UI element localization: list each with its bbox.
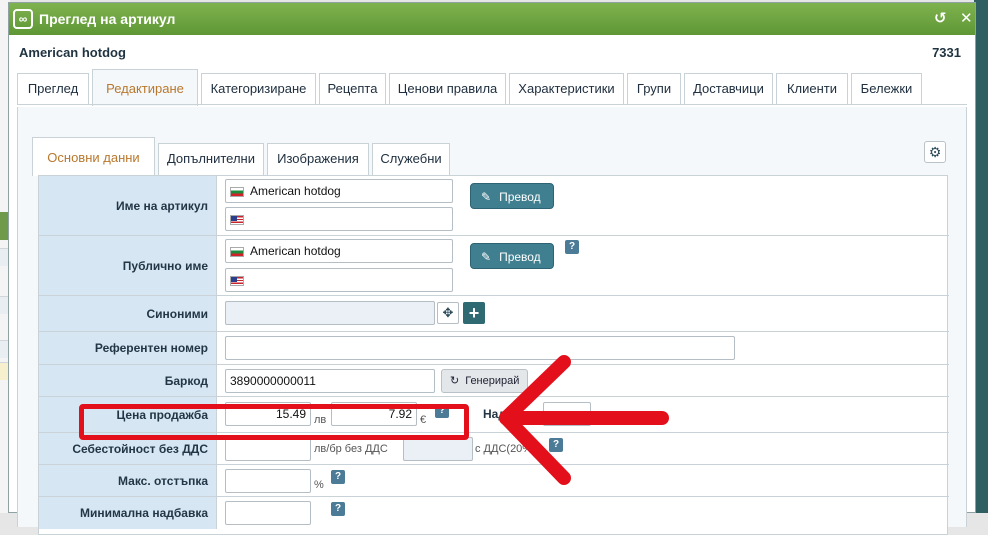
item-name: American hotdog — [19, 45, 126, 60]
move-icon[interactable]: ✥ — [437, 302, 459, 324]
us-flag-icon — [230, 275, 244, 286]
background-app-right — [974, 0, 988, 513]
translate-public-name-button[interactable]: ✎ Превод — [470, 243, 554, 269]
item-name-bg-value: American hotdog — [250, 184, 341, 198]
help-icon[interactable]: ? — [565, 240, 579, 254]
tab-recipe[interactable]: Рецепта — [319, 73, 386, 105]
row-public-name: Публично име American hotdog ✎ Превод ? — [39, 236, 949, 296]
tab-categorize[interactable]: Категоризиране — [201, 73, 316, 105]
translate-name-button[interactable]: ✎ Превод — [470, 183, 554, 209]
max-discount-input[interactable] — [225, 469, 311, 493]
bg-flag-icon — [230, 186, 244, 197]
pencil-icon: ✎ — [481, 250, 492, 264]
close-icon[interactable]: ✕ — [960, 9, 973, 27]
public-name-bg-input[interactable]: American hotdog — [225, 239, 453, 263]
tab-groups[interactable]: Групи — [627, 73, 681, 105]
item-name-en-input[interactable] — [225, 207, 453, 231]
tab-edit[interactable]: Редактиране — [92, 69, 198, 106]
tab-notes[interactable]: Бележки — [851, 73, 922, 105]
public-name-en-input[interactable] — [225, 268, 453, 292]
annotation-arrow — [499, 355, 669, 485]
translate-public-name-label: Превод — [499, 250, 541, 264]
label-public-name: Публично име — [39, 236, 217, 295]
item-name-bg-input[interactable]: American hotdog — [225, 179, 453, 203]
cost-vat-input — [403, 437, 473, 461]
label-min-markup: Минимална надбавка — [39, 497, 217, 529]
link-icon: ∞ — [13, 9, 33, 29]
pencil-icon: ✎ — [481, 190, 492, 204]
min-markup-input[interactable] — [225, 501, 311, 525]
modal-title: Преглед на артикул — [39, 11, 176, 27]
help-icon[interactable]: ? — [331, 502, 345, 516]
label-max-discount: Макс. отстъпка — [39, 465, 217, 496]
row-min-markup: Минимална надбавка ? — [39, 497, 949, 529]
row-item-name: Име на артикул American hotdog ✎ Превод — [39, 176, 949, 236]
tab-clients[interactable]: Клиенти — [776, 73, 848, 105]
gear-icon[interactable]: ⚙ — [924, 141, 946, 163]
label-reference: Референтен номер — [39, 332, 217, 364]
tab-images[interactable]: Изображения — [267, 143, 369, 175]
bg-flag-icon — [230, 246, 244, 257]
tab-additional[interactable]: Допълнителни — [158, 143, 264, 175]
tab-suppliers[interactable]: Доставчици — [684, 73, 773, 105]
synonyms-input[interactable] — [225, 301, 435, 325]
barcode-input[interactable]: 3890000000011 — [225, 369, 435, 393]
refresh-icon: ↻ — [450, 375, 460, 387]
help-icon[interactable]: ? — [331, 470, 345, 484]
tab-characteristics[interactable]: Характеристики — [509, 73, 624, 105]
label-synonyms: Синоними — [39, 296, 217, 331]
tab-basic-data[interactable]: Основни данни — [32, 137, 155, 176]
annotation-highlight-box — [79, 404, 469, 440]
history-icon[interactable]: ↺ — [934, 9, 947, 27]
tab-preview[interactable]: Преглед — [17, 73, 89, 105]
translate-name-label: Превод — [499, 190, 541, 204]
row-synonyms: Синоними ✥ + — [39, 296, 949, 332]
item-id: 7331 — [932, 45, 961, 60]
label-barcode: Баркод — [39, 365, 217, 396]
modal-titlebar: ∞ Преглед на артикул ↺ ✕ — [9, 3, 975, 35]
cost-unit-no-vat: лв/бр без ДДС — [314, 443, 388, 455]
max-discount-unit: % — [314, 479, 324, 491]
us-flag-icon — [230, 214, 244, 225]
public-name-bg-value: American hotdog — [250, 244, 341, 258]
plus-icon[interactable]: + — [463, 302, 485, 324]
annotation-arrow-shape — [499, 355, 669, 485]
tab-price-rules[interactable]: Ценови правила — [389, 73, 506, 105]
tab-service[interactable]: Служебни — [372, 143, 450, 175]
cost-input[interactable] — [225, 437, 311, 461]
label-item-name: Име на артикул — [39, 176, 217, 235]
tab-divider — [17, 104, 967, 105]
